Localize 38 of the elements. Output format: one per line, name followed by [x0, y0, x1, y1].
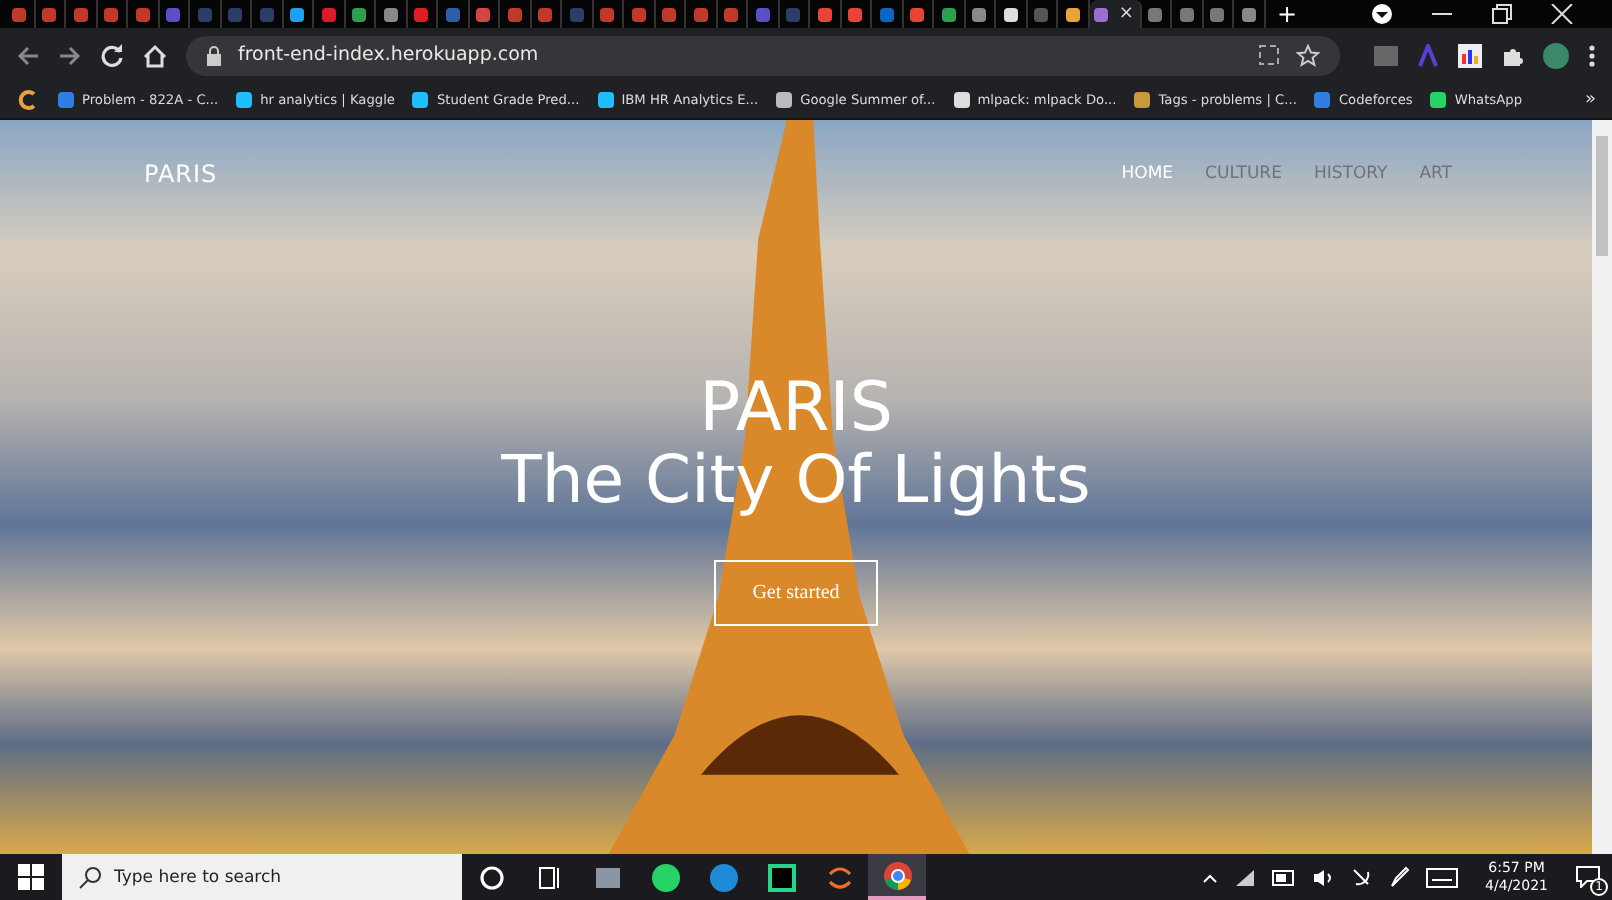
home-icon[interactable]: [142, 43, 168, 67]
extension-icon[interactable]: [1458, 43, 1482, 67]
windows-start-icon[interactable]: [18, 863, 46, 891]
close-icon[interactable]: [1549, 4, 1574, 24]
taskbar-app[interactable]: [868, 854, 926, 900]
taskbar-search-field[interactable]: Type here to search: [62, 854, 462, 900]
address-field[interactable]: front-end-index.herokuapp.com: [186, 35, 1340, 75]
menu-icon[interactable]: [1588, 43, 1596, 67]
task-view-icon: [533, 861, 565, 893]
restore-icon[interactable]: [1489, 4, 1514, 24]
keyboard-icon[interactable]: [1425, 867, 1458, 887]
close-tab-button[interactable]: ×: [1118, 5, 1134, 23]
new-tab-button[interactable]: +: [1277, 2, 1298, 26]
chevron-up-icon[interactable]: [1201, 871, 1218, 883]
circle-icon: [475, 861, 507, 893]
back-icon[interactable]: [16, 43, 40, 67]
forward-icon[interactable]: [58, 43, 82, 67]
apps-icon[interactable]: [16, 88, 40, 112]
app-icon: [765, 861, 797, 893]
search-icon: [78, 866, 102, 890]
star-icon[interactable]: [1296, 43, 1320, 67]
chat-icon: [649, 861, 681, 893]
browser-tab[interactable]: ×: [1089, 0, 1141, 28]
app-icon: [881, 859, 913, 891]
qr-code-icon[interactable]: [1258, 44, 1280, 66]
app-icon: [707, 861, 739, 893]
avatar-icon[interactable]: [1542, 41, 1570, 69]
profile-icon[interactable]: [1369, 2, 1394, 26]
more-bookmarks-button[interactable]: »: [1584, 90, 1596, 110]
notification-icon: [1576, 866, 1600, 888]
sync-icon: [823, 861, 855, 893]
scrollbar[interactable]: [1592, 120, 1612, 854]
puzzle-icon[interactable]: [1500, 43, 1524, 67]
lock-icon: [206, 45, 222, 65]
speaker-icon[interactable]: [1311, 867, 1334, 887]
reload-icon[interactable]: [100, 43, 124, 67]
battery-icon[interactable]: [1271, 869, 1296, 885]
pen-icon[interactable]: [1387, 866, 1410, 888]
